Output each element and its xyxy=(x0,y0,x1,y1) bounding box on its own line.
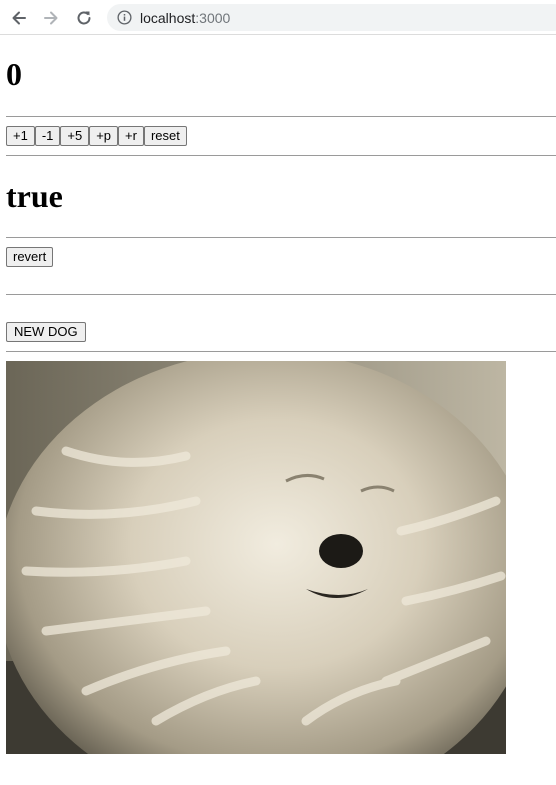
divider xyxy=(6,294,556,295)
revert-button[interactable]: revert xyxy=(6,247,54,267)
browser-toolbar: localhost:3000 xyxy=(0,0,556,35)
arrow-right-icon[interactable] xyxy=(40,7,62,29)
dog-section: NEW DOG xyxy=(6,322,86,342)
decrement-1-button[interactable]: -1 xyxy=(34,126,61,146)
address-bar[interactable]: localhost:3000 xyxy=(107,4,556,31)
dog-photo-icon xyxy=(6,361,506,754)
increment-1-button[interactable]: +1 xyxy=(6,126,35,146)
toggle-value: true xyxy=(6,178,63,214)
reset-button[interactable]: reset xyxy=(143,126,187,146)
arrow-left-icon[interactable] xyxy=(8,7,30,29)
increment-p-button[interactable]: +p xyxy=(89,126,119,146)
counter-value: 0 xyxy=(6,56,22,92)
url-host: localhost xyxy=(140,9,196,26)
revert-section: revert xyxy=(6,247,54,267)
dog-image xyxy=(6,361,506,754)
divider xyxy=(6,237,556,238)
divider xyxy=(6,116,556,117)
divider xyxy=(6,155,556,156)
increment-5-button[interactable]: +5 xyxy=(60,126,90,146)
divider xyxy=(6,351,556,352)
url-port: :3000 xyxy=(195,9,231,26)
reload-icon[interactable] xyxy=(73,7,95,29)
increment-r-button[interactable]: +r xyxy=(118,126,144,146)
new-dog-button[interactable]: NEW DOG xyxy=(6,322,86,342)
info-icon[interactable] xyxy=(116,10,132,26)
counter-button-group: +1 -1 +5 +p +r reset xyxy=(6,126,187,146)
